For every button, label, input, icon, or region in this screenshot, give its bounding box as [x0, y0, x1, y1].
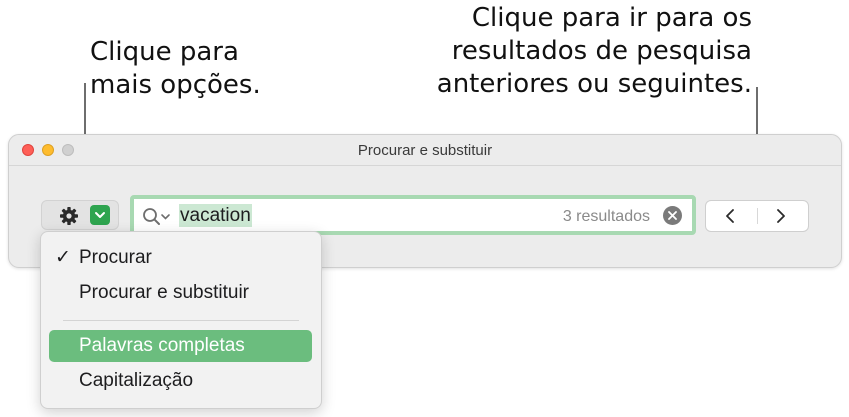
- menu-item-label: Palavras completas: [79, 335, 245, 356]
- menu-item-procurar[interactable]: ✓ Procurar: [49, 242, 312, 274]
- clear-search-icon[interactable]: [663, 206, 682, 225]
- search-input[interactable]: vacation: [179, 204, 252, 227]
- gear-icon: [59, 206, 79, 231]
- result-navigation: [705, 200, 809, 232]
- menu-item-procurar-e-substituir[interactable]: Procurar e substituir: [49, 277, 312, 309]
- checkmark-icon: ✓: [55, 247, 71, 268]
- menu-item-label: Procurar e substituir: [79, 282, 250, 303]
- navigation-callout: Clique para ir para os resultados de pes…: [332, 2, 752, 101]
- chevron-left-icon: [726, 209, 734, 223]
- navigation-callout-line-1: Clique para ir para os: [471, 3, 752, 33]
- menu-item-palavras-completas[interactable]: Palavras completas: [49, 330, 312, 362]
- next-result-button[interactable]: [757, 201, 809, 231]
- menu-item-capitalizacao[interactable]: Capitalização: [49, 365, 312, 397]
- menu-item-label: Capitalização: [79, 370, 194, 391]
- title-bar: Procurar e substituir: [9, 135, 841, 166]
- menu-item-label: Procurar: [79, 247, 152, 268]
- options-callout: Clique para mais opções.: [90, 36, 290, 102]
- options-button[interactable]: [41, 200, 119, 230]
- magnifier-with-chevron-icon[interactable]: [141, 205, 173, 234]
- navigation-callout-line-2: resultados de pesquisa: [451, 36, 752, 66]
- menu-divider: [63, 320, 299, 321]
- options-callout-line-1: Clique para: [90, 37, 239, 67]
- search-field[interactable]: vacation 3 resultados: [130, 195, 696, 235]
- chevron-down-icon[interactable]: [90, 205, 110, 225]
- navigation-callout-line-3: anteriores ou seguintes.: [436, 69, 752, 99]
- chevron-right-icon: [777, 209, 785, 223]
- result-count: 3 resultados: [562, 208, 650, 225]
- window-title: Procurar e substituir: [357, 142, 493, 159]
- previous-result-button[interactable]: [706, 201, 758, 231]
- options-menu: ✓ Procurar Procurar e substituir Palavra…: [40, 231, 322, 409]
- options-callout-line-2: mais opções.: [90, 70, 261, 100]
